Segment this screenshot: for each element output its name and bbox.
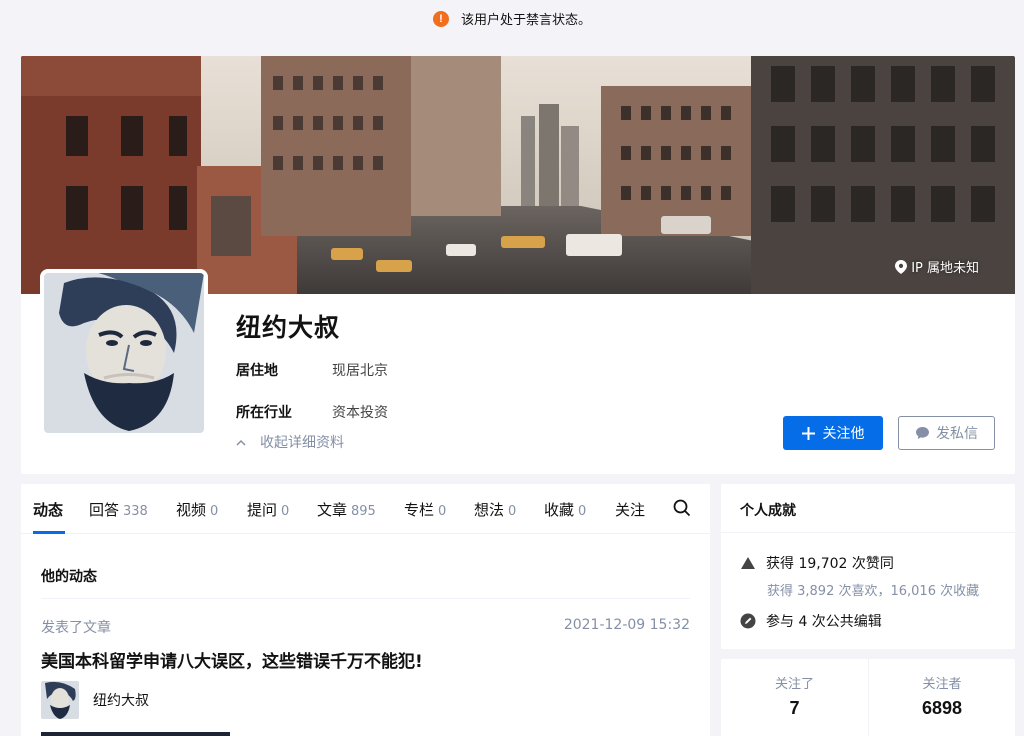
location-pin-icon (895, 259, 908, 274)
activity-type: 发表了文章 (41, 620, 111, 636)
activity-time: 2021-12-09 15:32 (563, 617, 690, 633)
tab-columns[interactable]: 专栏 0 (404, 499, 446, 520)
active-tab-indicator (33, 531, 65, 534)
upvote-triangle-icon (741, 557, 755, 569)
industry-row: 所在行业 资本投资 (236, 402, 388, 422)
chat-bubble-icon (916, 427, 929, 439)
author-avatar[interactable] (41, 681, 79, 719)
plus-icon (801, 426, 815, 440)
followers-stat[interactable]: 关注者 6898 (868, 659, 1015, 736)
tab-questions[interactable]: 提问 0 (247, 499, 289, 520)
collapse-details-label: 收起详细资料 (260, 435, 344, 451)
following-count: 7 (789, 698, 800, 718)
followers-count: 6898 (921, 698, 963, 718)
likes-text: 获得 19,702 次赞同 (766, 556, 894, 572)
chevron-up-icon (236, 439, 246, 446)
tab-following[interactable]: 关注 (615, 499, 653, 520)
author-name[interactable]: 纽约大叔 (93, 690, 149, 710)
user-name: 纽约大叔 (236, 313, 341, 342)
likes-subtext: 获得 3,892 次喜欢，16,016 次收藏 (767, 584, 980, 599)
tab-answers[interactable]: 回答 338 (89, 499, 148, 520)
edits-row: 参与 4 次公共编辑 (740, 611, 882, 631)
followers-label: 关注者 (922, 677, 962, 692)
residence-value: 现居北京 (332, 363, 388, 379)
achievements-card: 个人成就 获得 19,702 次赞同 获得 3,892 次喜欢，16,016 次… (721, 484, 1015, 649)
article-cover-image[interactable] (41, 732, 230, 736)
follow-button[interactable]: 关注他 (783, 416, 883, 450)
ip-location-text: IP 属地未知 (911, 261, 979, 276)
exclamation-icon: ! (432, 10, 449, 27)
divider (41, 598, 690, 599)
likes-row: 获得 19,702 次赞同 (740, 553, 894, 573)
article-title-link[interactable]: 美国本科留学申请八大误区，这些错误千万不能犯! (41, 647, 423, 672)
tab-thoughts[interactable]: 想法 0 (474, 499, 516, 520)
following-stat[interactable]: 关注了 7 (721, 659, 868, 736)
tab-articles[interactable]: 文章 895 (317, 499, 376, 520)
article-author[interactable]: 纽约大叔 (41, 681, 149, 719)
mute-notice-banner: ! 该用户处于禁言状态。 (0, 0, 1024, 37)
search-icon[interactable] (673, 499, 691, 517)
avatar[interactable] (40, 269, 208, 437)
residence-label: 居住地 (236, 363, 278, 379)
following-label: 关注了 (774, 677, 814, 692)
tab-videos[interactable]: 视频 0 (176, 499, 218, 520)
pencil-edit-icon (740, 613, 756, 629)
edits-text: 参与 4 次公共编辑 (766, 614, 882, 630)
industry-label: 所在行业 (236, 405, 292, 421)
collapse-details-link[interactable]: 收起详细资料 (236, 432, 344, 452)
profile-tabs: 动态 回答 338 视频 0 提问 0 文章 895 专栏 0 想法 0 收藏 0 关注 (21, 484, 710, 534)
follow-button-label: 关注他 (822, 426, 865, 442)
tab-activity[interactable]: 动态 (33, 499, 63, 520)
divider (721, 532, 1015, 533)
industry-value: 资本投资 (332, 405, 388, 421)
profile-header-card: IP 属地未知 纽约大叔 居住地 现居北京 所在行业 资本投资 收起详细资料 关… (21, 56, 1015, 474)
send-message-label: 发私信 (936, 426, 978, 442)
section-title: 他的动态 (41, 569, 97, 585)
cover-image: IP 属地未知 (21, 56, 1015, 294)
residence-row: 居住地 现居北京 (236, 360, 388, 380)
ip-location: IP 属地未知 (895, 257, 979, 276)
achievements-title: 个人成就 (740, 503, 796, 519)
activity-feed-card: 动态 回答 338 视频 0 提问 0 文章 895 专栏 0 想法 0 收藏 0 关注 他的… (21, 484, 710, 736)
tab-collections[interactable]: 收藏 0 (544, 499, 586, 520)
notice-text: 该用户处于禁言状态。 (460, 13, 591, 28)
send-message-button[interactable]: 发私信 (898, 416, 995, 450)
follow-stats-card: 关注了 7 关注者 6898 (721, 659, 1015, 736)
